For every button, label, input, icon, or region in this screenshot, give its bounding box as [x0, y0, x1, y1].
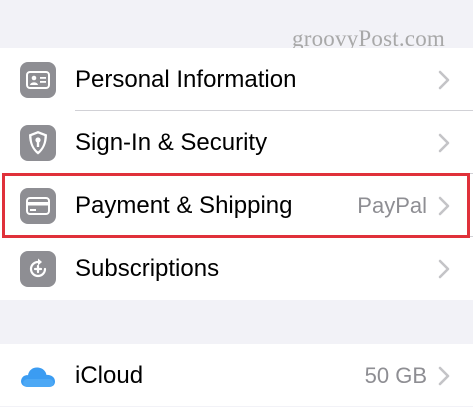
shield-lock-icon [20, 124, 56, 161]
account-settings-group: Personal Information Sign-In & Security [0, 48, 473, 300]
row-sign-in-security[interactable]: Sign-In & Security [0, 111, 473, 174]
chevron-right-icon [438, 196, 450, 215]
row-label: iCloud [75, 361, 144, 389]
row-subscriptions[interactable]: Subscriptions [0, 237, 473, 300]
row-personal-information[interactable]: Personal Information [0, 48, 473, 111]
row-label: Subscriptions [75, 254, 220, 282]
storage-group: iCloud 50 GB [0, 344, 473, 406]
row-label: Payment & Shipping [75, 191, 293, 219]
id-card-icon [20, 61, 56, 98]
credit-card-icon [20, 187, 56, 224]
storage-value: 50 GB [364, 362, 427, 388]
chevron-right-icon [438, 366, 450, 385]
row-payment-shipping[interactable]: Payment & Shipping PayPal [0, 174, 473, 237]
payment-method-value: PayPal [357, 192, 427, 218]
row-icloud[interactable]: iCloud 50 GB [0, 344, 473, 407]
row-label: Personal Information [75, 65, 297, 93]
chevron-right-icon [438, 70, 450, 89]
chevron-right-icon [438, 133, 450, 152]
chevron-right-icon [438, 259, 450, 278]
row-label: Sign-In & Security [75, 128, 268, 156]
subscriptions-icon [20, 250, 56, 287]
cloud-icon [21, 366, 55, 387]
